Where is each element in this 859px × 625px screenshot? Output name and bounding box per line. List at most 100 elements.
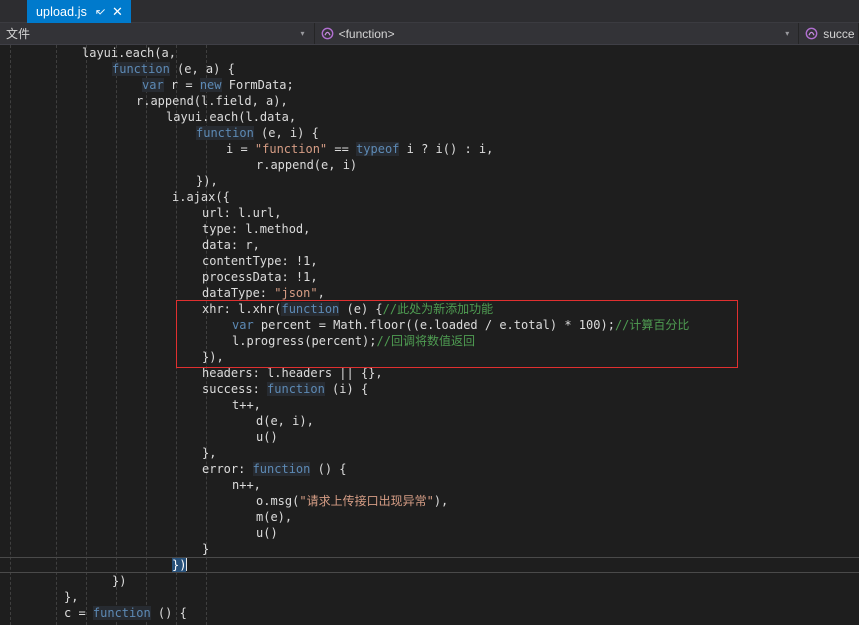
code-line-current[interactable]: }): [0, 557, 859, 573]
code-token: (e) {: [339, 302, 383, 316]
code-line[interactable]: var percent = Math.floor((e.loaded / e.t…: [0, 317, 859, 333]
file-scope-label: 文件: [6, 27, 31, 41]
code-line[interactable]: t++,: [0, 397, 859, 413]
pin-icon[interactable]: ↲: [91, 2, 108, 19]
code-line[interactable]: dataType: "json",: [0, 285, 859, 301]
code-token: ,: [317, 286, 325, 300]
code-token: data: r,: [202, 238, 260, 252]
code-line[interactable]: o.msg("请求上传接口出现异常"),: [0, 493, 859, 509]
code-token: r =: [163, 78, 200, 92]
member-function-icon: [805, 27, 818, 40]
code-text[interactable]: layui.each(a, function (e, a) {var r = ne…: [0, 45, 859, 621]
function-scope-dropdown[interactable]: <function> ▾: [314, 23, 800, 44]
code-token: layui.each(a,: [82, 46, 176, 60]
code-line[interactable]: function (e, a) {: [0, 61, 859, 77]
code-token: r.append(l.field, a),: [136, 94, 288, 108]
code-line[interactable]: n++,: [0, 477, 859, 493]
code-token: u(): [256, 430, 278, 444]
code-line[interactable]: r.append(e, i): [0, 157, 859, 173]
code-line[interactable]: r.append(l.field, a),: [0, 93, 859, 109]
file-scope-dropdown[interactable]: 文件 ▾: [0, 23, 315, 44]
code-token: c =: [64, 606, 93, 620]
chevron-down-icon[interactable]: ▾: [295, 29, 310, 38]
code-token: function: [252, 462, 311, 476]
code-line[interactable]: i.ajax({: [0, 189, 859, 205]
code-token: }),: [196, 174, 218, 188]
code-token: "function": [254, 142, 328, 156]
code-token: "请求上传接口出现异常": [299, 494, 434, 508]
code-token: () {: [150, 606, 187, 620]
code-line[interactable]: }): [0, 573, 859, 589]
member-scope-dropdown[interactable]: succe: [799, 23, 859, 44]
code-line[interactable]: u(): [0, 429, 859, 445]
code-token: () {: [310, 462, 347, 476]
code-token: n++,: [232, 478, 261, 492]
code-line[interactable]: layui.each(l.data,: [0, 109, 859, 125]
editor-tab-bar: upload.js ↲ ✕: [0, 0, 859, 23]
code-token: url: l.url,: [202, 206, 282, 220]
code-token: (e, i) {: [253, 126, 319, 140]
code-token: typeof: [356, 142, 400, 156]
member-scope-label: succe: [823, 26, 855, 41]
code-line[interactable]: type: l.method,: [0, 221, 859, 237]
code-token: t++,: [232, 398, 261, 412]
code-line[interactable]: url: l.url,: [0, 205, 859, 221]
code-token: }),: [202, 350, 224, 364]
code-token: o.msg(: [256, 494, 300, 508]
code-token: new: [199, 78, 222, 92]
code-line[interactable]: data: r,: [0, 237, 859, 253]
code-token: ==: [327, 142, 357, 156]
code-line[interactable]: layui.each(a,: [0, 45, 859, 61]
function-scope-label: <function>: [338, 26, 395, 41]
code-token: type: l.method,: [202, 222, 311, 236]
code-line[interactable]: c = function () {: [0, 605, 859, 621]
code-line[interactable]: l.progress(percent);//回调将数值返回: [0, 333, 859, 349]
code-line[interactable]: m(e),: [0, 509, 859, 525]
code-token: (e, a) {: [169, 62, 235, 76]
code-line[interactable]: success: function (i) {: [0, 381, 859, 397]
code-token: "json": [274, 286, 318, 300]
tab-upload-js[interactable]: upload.js ↲ ✕: [27, 0, 131, 23]
code-line[interactable]: xhr: l.xhr(function (e) {//此处为新添加功能: [0, 301, 859, 317]
code-line[interactable]: headers: l.headers || {},: [0, 365, 859, 381]
code-line[interactable]: error: function () {: [0, 461, 859, 477]
code-line[interactable]: },: [0, 589, 859, 605]
code-token: //计算百分比: [614, 318, 690, 332]
code-token: );: [600, 318, 615, 332]
code-token: m(e),: [256, 510, 293, 524]
code-token: }): [172, 558, 187, 572]
code-token: percent = Math.floor((e.loaded / e.total…: [253, 318, 579, 332]
code-line[interactable]: contentType: !1,: [0, 253, 859, 269]
code-line[interactable]: }),: [0, 173, 859, 189]
code-line[interactable]: d(e, i),: [0, 413, 859, 429]
code-editor-surface[interactable]: layui.each(a, function (e, a) {var r = ne…: [0, 45, 859, 625]
code-token: function: [281, 302, 340, 316]
code-token: FormData;: [221, 78, 294, 92]
navigation-bar: 文件 ▾ <function> ▾ succe: [0, 23, 859, 45]
code-line[interactable]: function (e, i) {: [0, 125, 859, 141]
code-line[interactable]: }),: [0, 349, 859, 365]
code-token: i =: [226, 142, 255, 156]
code-line[interactable]: },: [0, 445, 859, 461]
code-token: processData: !1,: [202, 270, 318, 284]
code-token: function: [112, 62, 170, 76]
code-token: u(): [256, 526, 278, 540]
visual-studio-editor-window: upload.js ↲ ✕ 文件 ▾ <function> ▾ succe la…: [0, 0, 859, 625]
code-token: i.ajax({: [172, 190, 230, 204]
code-line[interactable]: var r = new FormData;: [0, 77, 859, 93]
code-token: function: [267, 382, 325, 396]
code-token: xhr: l.xhr(: [202, 302, 282, 316]
chevron-down-icon[interactable]: ▾: [779, 29, 794, 38]
code-line[interactable]: i = "function" == typeof i ? i() : i,: [0, 141, 859, 157]
code-token: },: [64, 590, 79, 604]
code-line[interactable]: }: [0, 541, 859, 557]
code-token: success:: [202, 382, 268, 396]
code-token: 100: [578, 318, 601, 332]
code-token: var: [142, 78, 164, 92]
code-token: function: [196, 126, 254, 140]
tab-label: upload.js: [36, 4, 87, 19]
code-token: //此处为新添加功能: [382, 302, 494, 316]
code-line[interactable]: u(): [0, 525, 859, 541]
code-line[interactable]: processData: !1,: [0, 269, 859, 285]
close-icon[interactable]: ✕: [111, 5, 124, 18]
